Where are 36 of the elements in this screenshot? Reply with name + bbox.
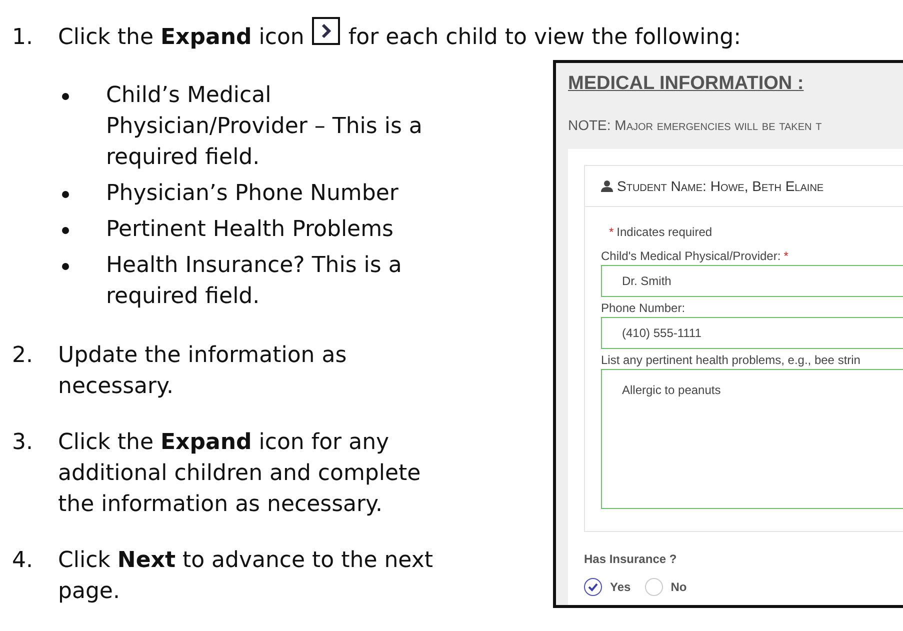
- input-field[interactable]: Dr. Smith: [601, 265, 903, 297]
- required-asterisk: *: [784, 249, 788, 263]
- radio-label: Yes: [610, 580, 631, 594]
- field-label: Phone Number:: [601, 301, 686, 315]
- step-text: Update the information as necessary.: [58, 342, 348, 401]
- bullet-text: Physician’s Phone Number: [106, 180, 400, 208]
- expand-icon: [312, 16, 340, 44]
- required-asterisk: *: [609, 225, 614, 239]
- required-note: Indicates required: [616, 225, 712, 239]
- input-field[interactable]: (410) 555-1111: [601, 317, 903, 349]
- section-heading: MEDICAL INFORMATION :: [568, 73, 805, 95]
- step-text: Click the Expand icon for any additional children and complete the information as necessary.: [58, 429, 422, 519]
- bullet-text: Child’s Medical Physician/Provider – This is a required field.: [106, 82, 424, 172]
- radio-button[interactable]: [584, 578, 602, 596]
- bullet-icon: [62, 263, 69, 270]
- step-number: 4.: [12, 547, 34, 575]
- step-number: 3.: [12, 429, 34, 457]
- question-label: Has Insurance ?: [584, 552, 678, 566]
- bullet-icon: [62, 191, 69, 198]
- field-label: Child's Medical Physical/Provider:: [601, 249, 781, 263]
- text-area[interactable]: Allergic to peanuts: [601, 369, 903, 509]
- step-text: Click the Expand icon: [58, 24, 304, 52]
- radio-label: No: [670, 580, 687, 594]
- user-icon: [601, 180, 613, 192]
- step-text: Click Next to advance to the next page.: [58, 547, 434, 606]
- bullet-text: Pertinent Health Problems: [106, 216, 394, 244]
- step-number: 2.: [12, 342, 34, 370]
- bullet-icon: [62, 93, 69, 100]
- student-name: Student Name: Howe, Beth Elaine: [617, 178, 824, 194]
- step-text: for each child to view the following:: [348, 24, 742, 52]
- field-label: List any pertinent health problems, e.g., bee strin: [601, 353, 860, 367]
- step-number: 1.: [12, 24, 34, 52]
- note-text: NOTE: Major emergencies will be taken t: [568, 117, 823, 133]
- bullet-text: Health Insurance? This is a required field.: [106, 252, 403, 311]
- check-icon: [587, 581, 599, 593]
- bullet-icon: [62, 227, 69, 234]
